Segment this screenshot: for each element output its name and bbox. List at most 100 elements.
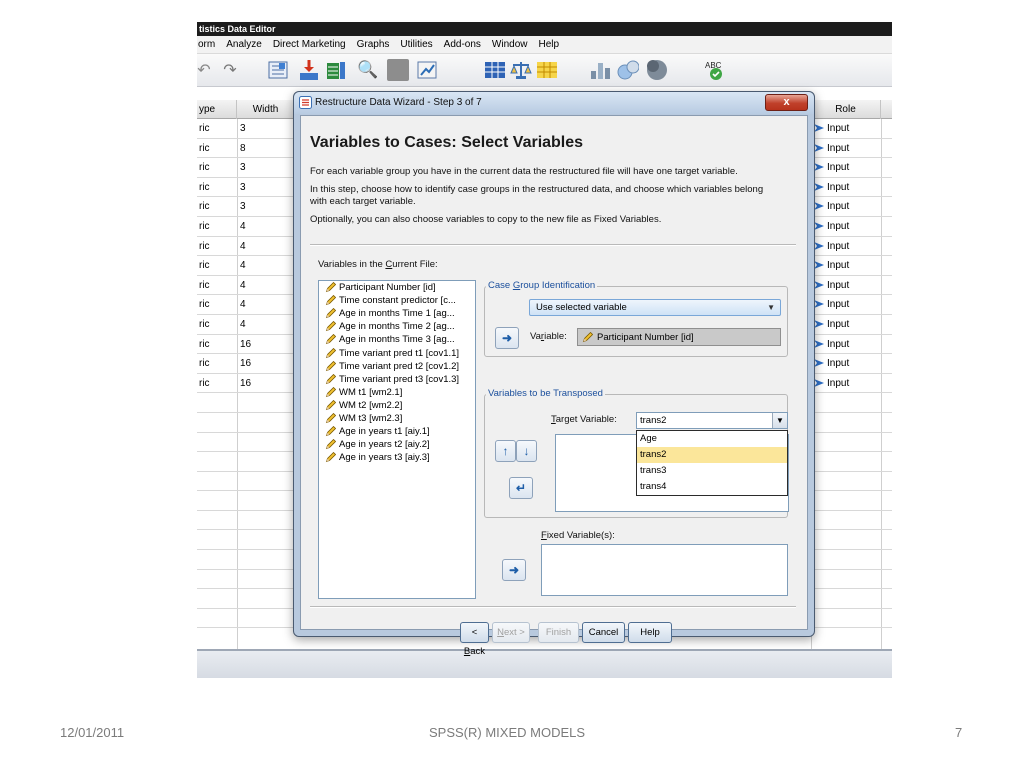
type-cell[interactable]: ric: [199, 241, 210, 252]
list-item[interactable]: Age in years t1 [aiy.1]: [319, 425, 475, 438]
type-cell[interactable]: ric: [199, 358, 210, 369]
current-variables-list[interactable]: Participant Number [id] Time constant pre…: [318, 280, 476, 599]
insert-variable-icon[interactable]: [325, 59, 347, 81]
list-item[interactable]: Age in months Time 1 [ag...: [319, 307, 475, 320]
find-icon[interactable]: 🔍: [357, 59, 379, 81]
dropdown-option[interactable]: Age: [637, 431, 787, 447]
width-cell[interactable]: 4: [240, 260, 246, 271]
target-variable-dropdown[interactable]: Age trans2 trans3 trans4: [636, 430, 788, 496]
role-cell[interactable]: Input: [827, 221, 849, 232]
menu-window[interactable]: Window: [492, 39, 528, 50]
menu-help[interactable]: Help: [538, 39, 559, 50]
type-cell[interactable]: ric: [199, 339, 210, 350]
type-cell[interactable]: ric: [199, 319, 210, 330]
role-cell[interactable]: Input: [827, 201, 849, 212]
redo-icon[interactable]: ↷: [219, 59, 241, 81]
width-cell[interactable]: 3: [240, 123, 246, 134]
goto-case-icon[interactable]: [267, 59, 289, 81]
type-cell[interactable]: ric: [199, 221, 210, 232]
role-cell[interactable]: Input: [827, 143, 849, 154]
move-to-variable-button[interactable]: ➜: [495, 327, 519, 349]
select-cases-icon[interactable]: [484, 59, 506, 81]
width-cell[interactable]: 4: [240, 299, 246, 310]
cancel-button[interactable]: Cancel: [582, 622, 625, 643]
list-item[interactable]: WM t3 [wm2.3]: [319, 412, 475, 425]
target-variable-combo[interactable]: trans2 ▼: [636, 412, 788, 429]
role-cell[interactable]: Input: [827, 280, 849, 291]
dropdown-option[interactable]: trans4: [637, 479, 787, 495]
role-cell[interactable]: Input: [827, 319, 849, 330]
move-down-button[interactable]: ↓: [516, 440, 537, 462]
menu-analyze[interactable]: Analyze: [226, 39, 262, 50]
list-item[interactable]: WM t2 [wm2.2]: [319, 399, 475, 412]
type-cell[interactable]: ric: [199, 123, 210, 134]
case-group-select[interactable]: Use selected variable ▼: [529, 299, 781, 316]
list-item[interactable]: Participant Number [id]: [319, 281, 475, 294]
column-role-header[interactable]: Role: [811, 100, 881, 119]
undo-icon[interactable]: ↶: [197, 59, 215, 81]
fixed-variables-list[interactable]: [541, 544, 788, 596]
type-cell[interactable]: ric: [199, 299, 210, 310]
role-cell[interactable]: Input: [827, 339, 849, 350]
menu-transform[interactable]: orm: [198, 39, 215, 50]
list-item[interactable]: Age in months Time 3 [ag...: [319, 333, 475, 346]
help-button[interactable]: Help: [628, 622, 672, 643]
list-item[interactable]: Time constant predictor [c...: [319, 294, 475, 307]
list-item[interactable]: Time variant pred t1 [cov1.1]: [319, 346, 475, 359]
type-cell[interactable]: ric: [199, 182, 210, 193]
back-button[interactable]: < Back: [460, 622, 489, 657]
dropdown-option[interactable]: trans2: [637, 447, 787, 463]
role-cell[interactable]: Input: [827, 241, 849, 252]
column-type-header[interactable]: ype: [197, 100, 237, 119]
list-item[interactable]: Age in months Time 2 [ag...: [319, 320, 475, 333]
type-cell[interactable]: ric: [199, 162, 210, 173]
spell-check-icon[interactable]: ABC: [703, 59, 725, 81]
width-cell[interactable]: 16: [240, 358, 251, 369]
role-cell[interactable]: Input: [827, 299, 849, 310]
dialog-titlebar[interactable]: Restructure Data Wizard - Step 3 of 7 x: [294, 92, 814, 114]
dropdown-option[interactable]: trans3: [637, 463, 787, 479]
case-group-variable-field[interactable]: Participant Number [id]: [577, 328, 781, 346]
role-cell[interactable]: Input: [827, 123, 849, 134]
pie-icon[interactable]: [645, 59, 667, 81]
type-cell[interactable]: ric: [199, 260, 210, 271]
list-item[interactable]: Age in years t2 [aiy.2]: [319, 438, 475, 451]
menu-direct-marketing[interactable]: Direct Marketing: [273, 39, 346, 50]
move-up-button[interactable]: ↑: [495, 440, 516, 462]
role-cell[interactable]: Input: [827, 182, 849, 193]
menu-graphs[interactable]: Graphs: [357, 39, 390, 50]
list-item[interactable]: Age in years t3 [aiy.3]: [319, 451, 475, 464]
role-cell[interactable]: Input: [827, 260, 849, 271]
width-cell[interactable]: 3: [240, 162, 246, 173]
weight-cases-icon[interactable]: [416, 59, 438, 81]
chart-icon[interactable]: [589, 59, 611, 81]
scatter-icon[interactable]: [617, 59, 639, 81]
split-file-icon[interactable]: [387, 59, 409, 81]
insert-case-icon[interactable]: [298, 59, 320, 81]
move-to-fixed-button[interactable]: ➜: [502, 559, 526, 581]
column-width-header[interactable]: Width: [237, 100, 295, 119]
role-cell[interactable]: Input: [827, 162, 849, 173]
move-to-transposed-button[interactable]: ↵: [509, 477, 533, 499]
type-cell[interactable]: ric: [199, 201, 210, 212]
menu-utilities[interactable]: Utilities: [400, 39, 432, 50]
width-cell[interactable]: 4: [240, 241, 246, 252]
width-cell[interactable]: 16: [240, 339, 251, 350]
width-cell[interactable]: 4: [240, 319, 246, 330]
type-cell[interactable]: ric: [199, 280, 210, 291]
width-cell[interactable]: 3: [240, 182, 246, 193]
role-cell[interactable]: Input: [827, 358, 849, 369]
type-cell[interactable]: ric: [199, 143, 210, 154]
finish-button[interactable]: Finish: [538, 622, 579, 643]
list-item[interactable]: WM t1 [wm2.1]: [319, 386, 475, 399]
menu-add-ons[interactable]: Add-ons: [444, 39, 481, 50]
list-item[interactable]: Time variant pred t3 [cov1.3]: [319, 373, 475, 386]
width-cell[interactable]: 8: [240, 143, 246, 154]
next-button[interactable]: Next >: [492, 622, 530, 643]
value-labels-icon[interactable]: [510, 59, 532, 81]
width-cell[interactable]: 4: [240, 221, 246, 232]
close-button[interactable]: x: [765, 94, 808, 111]
use-sets-icon[interactable]: [536, 59, 558, 81]
width-cell[interactable]: 3: [240, 201, 246, 212]
width-cell[interactable]: 16: [240, 378, 251, 389]
